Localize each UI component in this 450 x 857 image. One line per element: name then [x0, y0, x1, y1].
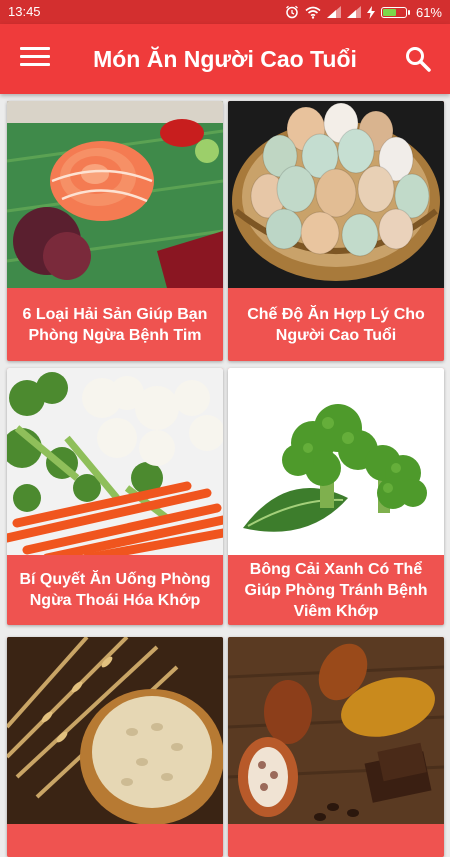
article-card[interactable]	[7, 637, 223, 857]
oats-image	[7, 637, 223, 824]
card-title	[228, 824, 444, 857]
vegetables-image	[7, 368, 223, 555]
signal-icon-2	[346, 6, 361, 18]
card-title: 6 Loại Hải Sản Giúp Bạn Phòng Ngừa Bệnh …	[22, 305, 208, 344]
article-card[interactable]: Bông Cải Xanh Có Thể Giúp Phòng Tránh Bệ…	[228, 368, 444, 625]
article-card[interactable]: Chế Độ Ăn Hợp Lý Cho Người Cao Tuổi	[228, 101, 444, 361]
status-bar: 13:45 61%	[0, 0, 450, 24]
charging-icon	[366, 5, 375, 19]
alarm-icon	[286, 5, 298, 19]
status-icons: 61%	[285, 3, 442, 21]
card-title	[7, 824, 223, 857]
eggs-image	[228, 101, 444, 288]
card-title: Chế Độ Ăn Hợp Lý Cho Người Cao Tuổi	[247, 305, 425, 344]
battery-icon	[380, 6, 410, 18]
card-title: Bông Cải Xanh Có Thể Giúp Phòng Tránh Bệ…	[244, 560, 428, 620]
broccoli-image	[228, 368, 444, 555]
battery-percent: 61%	[415, 4, 442, 20]
article-card[interactable]: Bí Quyết Ăn Uống Phòng Ngừa Thoái Hóa Kh…	[7, 368, 223, 625]
wifi-icon	[305, 6, 321, 19]
page-title: Món Ăn Người Cao Tuổi	[93, 46, 357, 72]
article-card[interactable]	[228, 637, 444, 857]
article-card[interactable]: 6 Loại Hải Sản Giúp Bạn Phòng Ngừa Bệnh …	[7, 101, 223, 361]
seafood-image	[7, 101, 223, 288]
card-title: Bí Quyết Ăn Uống Phòng Ngừa Thoái Hóa Kh…	[19, 571, 211, 609]
search-icon[interactable]	[404, 45, 432, 73]
cocoa-image	[228, 637, 444, 824]
app-bar: Món Ăn Người Cao Tuổi	[0, 24, 450, 94]
signal-icon	[326, 6, 341, 18]
status-time: 13:45	[8, 4, 41, 19]
